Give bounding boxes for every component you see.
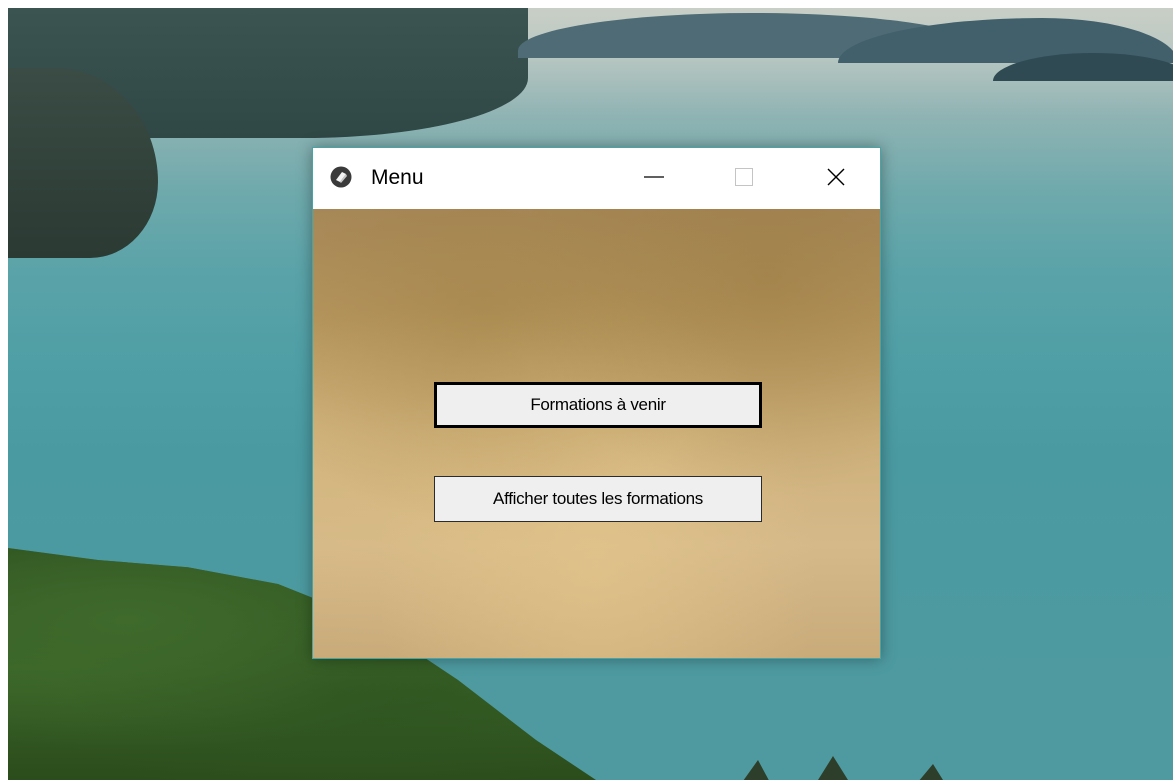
close-icon (826, 167, 846, 191)
all-trainings-button[interactable]: Afficher toutes les formations (434, 476, 762, 522)
minimize-icon (644, 167, 664, 191)
title-bar[interactable]: Menu (313, 148, 880, 209)
maximize-button[interactable] (699, 148, 789, 209)
window-title: Menu (371, 166, 424, 189)
maximize-icon (734, 167, 754, 191)
app-icon (330, 166, 352, 188)
menu-window: Menu Formations à venir Afficher toutes … (312, 147, 881, 659)
upcoming-trainings-button[interactable]: Formations à venir (434, 382, 762, 428)
minimize-button[interactable] (609, 148, 699, 209)
window-client-area: Formations à venir Afficher toutes les f… (313, 209, 880, 658)
close-button[interactable] (791, 148, 881, 209)
trees-bottom (738, 756, 988, 780)
